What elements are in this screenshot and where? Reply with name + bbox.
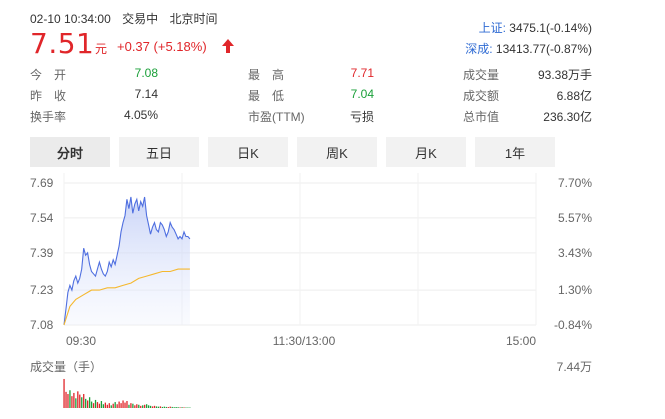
volume-bar [112, 403, 114, 408]
volume-bar [149, 405, 152, 408]
pct-tick-label: 5.57% [558, 211, 592, 225]
volume-axis-label: 成交量（手） [30, 359, 102, 374]
volume-bar [185, 407, 187, 408]
volume-bar [159, 406, 162, 408]
volume-bar [100, 401, 103, 408]
volume-bar [161, 406, 164, 408]
volume-bar [83, 394, 85, 408]
volume-bar [136, 404, 138, 408]
volume-max-label: 7.44万 [557, 360, 592, 374]
price-tick-label: 7.54 [30, 211, 54, 225]
volume-bars [63, 378, 191, 408]
volume-bar [120, 403, 122, 408]
volume-bar [73, 392, 75, 408]
time-tick-label: 09:30 [66, 334, 96, 348]
volume-bar [130, 403, 132, 408]
volume-bar [75, 398, 77, 408]
volume-bar [122, 400, 124, 408]
volume-bar [179, 407, 181, 408]
volume-bar [140, 405, 142, 408]
price-tick-label: 7.69 [30, 176, 54, 190]
pct-tick-label: 7.70% [558, 176, 592, 190]
volume-bar [177, 407, 179, 408]
volume-bar [128, 404, 130, 408]
volume-bar [183, 407, 185, 408]
volume-bar [94, 399, 97, 408]
pct-tick-label: -0.84% [554, 318, 592, 332]
intraday-chart: 7.69 7.70% 7.54 5.57% 7.39 3.43% 7.23 1.30% 7.08… [30, 173, 592, 408]
volume-bar [173, 407, 175, 408]
volume-bar [165, 406, 167, 408]
volume-bar [146, 404, 148, 408]
volume-bar [65, 391, 67, 408]
volume-bar [163, 406, 165, 408]
volume-bar [108, 403, 110, 408]
volume-bar [98, 403, 101, 408]
price-tick-label: 7.08 [30, 318, 54, 332]
price-tick-label: 7.39 [30, 246, 54, 260]
volume-bar [85, 398, 87, 408]
pct-tick-label: 3.43% [558, 246, 592, 260]
volume-bar [138, 404, 140, 408]
volume-bar [71, 396, 73, 408]
volume-bar [144, 404, 146, 408]
volume-bar [116, 404, 118, 408]
volume-bar [167, 407, 169, 408]
volume-bar [134, 405, 136, 408]
volume-bar [187, 407, 189, 408]
volume-bar [104, 402, 106, 408]
volume-bar [153, 405, 156, 408]
volume-bar [67, 394, 69, 408]
volume-bar [77, 391, 79, 408]
volume-bar [142, 405, 144, 408]
volume-bar [114, 402, 116, 408]
volume-bar [63, 378, 65, 408]
chart-series [63, 196, 191, 326]
volume-bar [155, 406, 158, 408]
volume-bar [87, 400, 89, 408]
volume-bar [151, 406, 154, 408]
volume-bar [157, 406, 160, 408]
volume-bar [118, 401, 120, 408]
volume-bar [110, 405, 112, 408]
volume-bar [169, 406, 171, 408]
volume-bar [175, 407, 177, 408]
volume-bar [92, 403, 95, 408]
volume-bar [126, 401, 128, 408]
volume-bar [171, 406, 173, 408]
volume-bar [147, 405, 150, 408]
volume-bar [124, 402, 126, 408]
volume-bar [132, 403, 134, 408]
volume-bar [106, 404, 108, 408]
volume-bar [96, 402, 99, 408]
pct-tick-label: 1.30% [558, 283, 592, 297]
price-tick-label: 7.23 [30, 283, 54, 297]
volume-bar [90, 401, 93, 408]
volume-bar [81, 397, 83, 408]
volume-bar [88, 397, 91, 408]
volume-bar [79, 394, 81, 408]
volume-bar [181, 407, 183, 408]
volume-bar [69, 390, 71, 408]
volume-bar [102, 404, 105, 408]
time-tick-label: 15:00 [506, 334, 536, 348]
time-tick-label: 11:30/13:00 [273, 334, 336, 348]
